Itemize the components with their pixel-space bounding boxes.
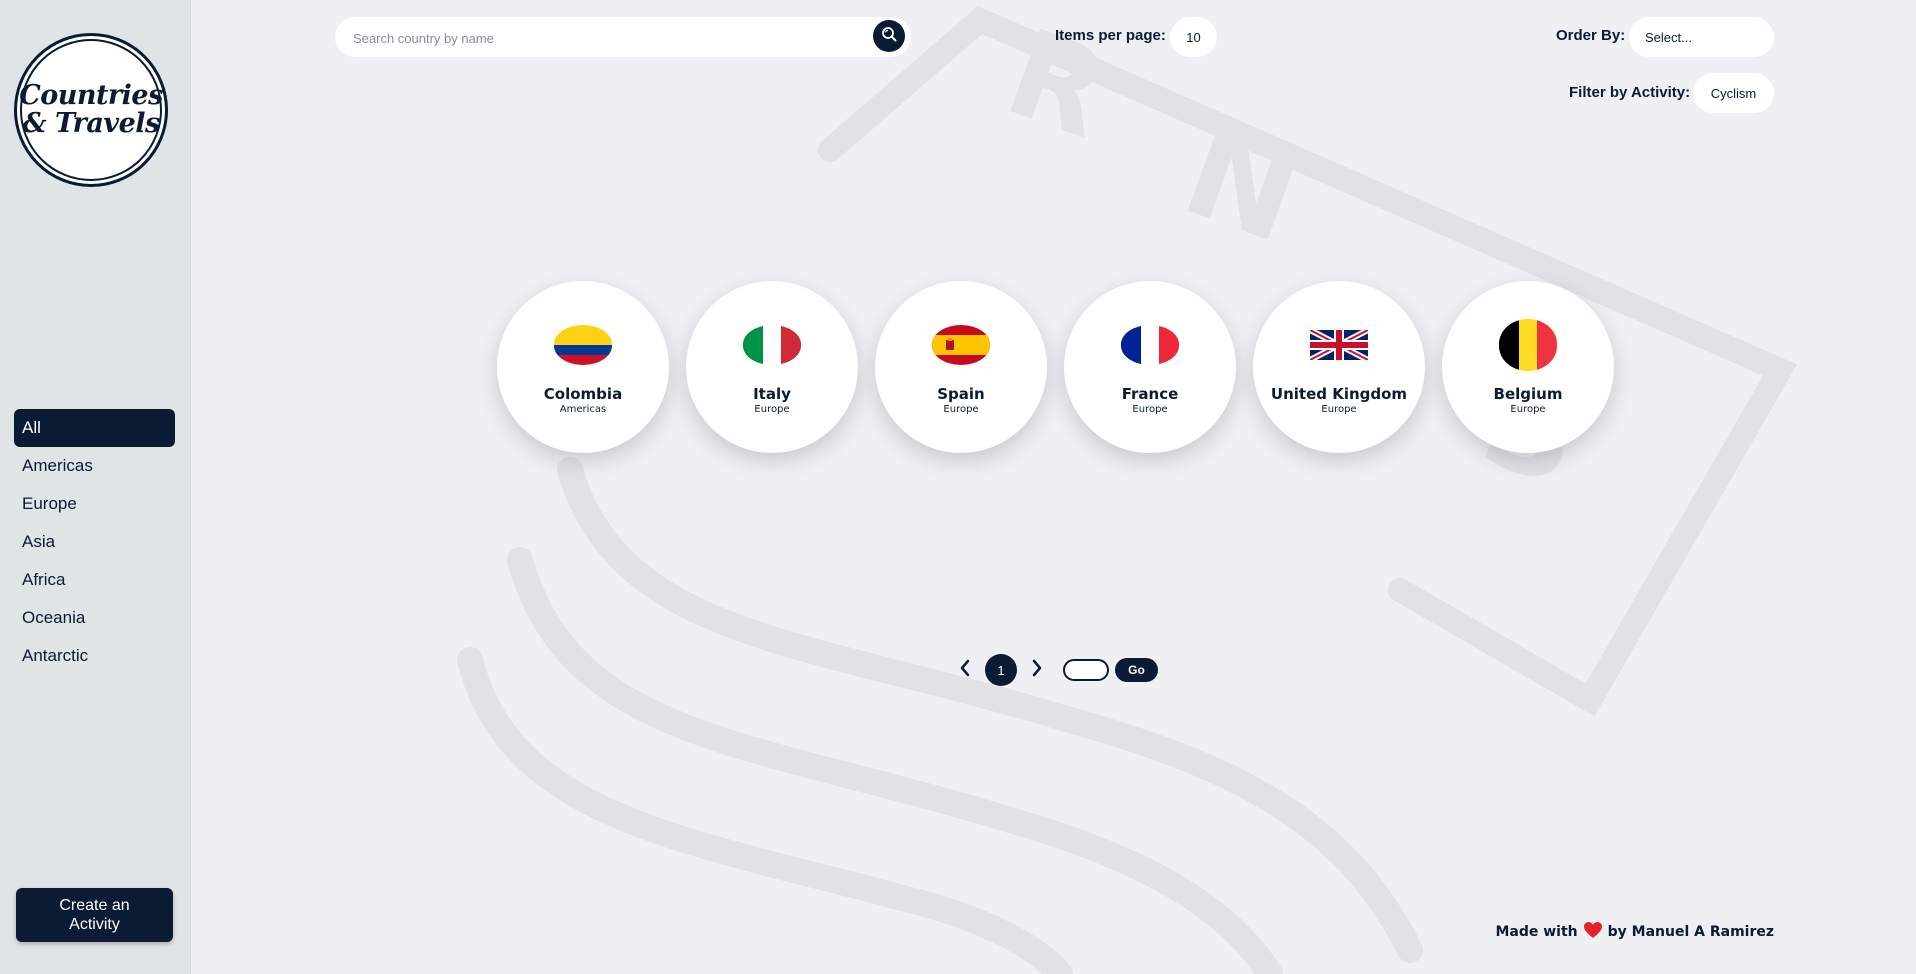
country-name: Belgium: [1493, 385, 1563, 403]
create-activity-button[interactable]: Create an Activity: [16, 888, 173, 942]
sidebar-item-africa[interactable]: Africa: [14, 561, 175, 599]
sidebar-item-europe[interactable]: Europe: [14, 485, 175, 523]
order-by-select[interactable]: Select...: [1629, 17, 1774, 57]
sidebar-item-antarctic[interactable]: Antarctic: [14, 637, 175, 675]
country-card-colombia[interactable]: Colombia Americas: [497, 281, 669, 453]
logo-text: Countries & Travels: [19, 80, 163, 139]
country-region: Americas: [559, 404, 607, 415]
flag-uk-icon: [1310, 330, 1368, 360]
pagination: 1 Go: [955, 654, 1158, 686]
country-region: Europe: [1132, 404, 1168, 415]
next-page-button[interactable]: [1027, 655, 1047, 685]
logo[interactable]: Countries & Travels: [14, 33, 168, 187]
flag-france-icon: [1121, 325, 1179, 365]
sidebar-item-oceania[interactable]: Oceania: [14, 599, 175, 637]
footer-credit: Made with by Manuel A Ramirez: [1495, 921, 1774, 943]
country-card-united-kingdom[interactable]: United Kingdom Europe: [1253, 281, 1425, 453]
search-input[interactable]: [351, 27, 855, 49]
page-number-input[interactable]: [1063, 659, 1109, 681]
footer-prefix: Made with: [1495, 924, 1578, 940]
flag-spain-icon: [932, 325, 990, 365]
heart-icon: [1583, 921, 1603, 943]
background-watermark: R N 3: [190, 0, 1916, 974]
country-region: Europe: [943, 404, 979, 415]
chevron-right-icon: [1031, 659, 1043, 681]
items-per-page-input[interactable]: 10: [1170, 17, 1217, 57]
filter-activity-label: Filter by Activity:: [1569, 84, 1691, 101]
region-nav: All Americas Europe Asia Africa Oceania …: [14, 409, 175, 675]
flag-belgium-icon: [1499, 319, 1557, 371]
search-button[interactable]: [873, 20, 905, 52]
search-icon: [881, 26, 897, 46]
country-region: Europe: [754, 404, 790, 415]
prev-page-button[interactable]: [955, 655, 975, 685]
sidebar: Countries & Travels All Americas Europe …: [0, 0, 191, 974]
flag-colombia-icon: [554, 325, 612, 365]
country-card-spain[interactable]: Spain Europe: [875, 281, 1047, 453]
country-name: Spain: [937, 385, 985, 403]
search-bar: [335, 17, 911, 57]
sidebar-item-asia[interactable]: Asia: [14, 523, 175, 561]
country-card-belgium[interactable]: Belgium Europe: [1442, 281, 1614, 453]
go-button[interactable]: Go: [1115, 658, 1158, 682]
sidebar-item-americas[interactable]: Americas: [14, 447, 175, 485]
country-name: Colombia: [543, 385, 623, 403]
svg-text:N: N: [1166, 93, 1320, 273]
items-per-page-label: Items per page:: [1055, 27, 1166, 44]
filter-activity-select[interactable]: Cyclism: [1693, 73, 1774, 113]
country-card-italy[interactable]: Italy Europe: [686, 281, 858, 453]
country-region: Europe: [1510, 404, 1546, 415]
country-region: Europe: [1321, 404, 1357, 415]
footer-suffix: by Manuel A Ramirez: [1607, 924, 1774, 940]
current-page[interactable]: 1: [985, 654, 1017, 686]
country-name: United Kingdom: [1270, 385, 1408, 403]
country-name: Italy: [753, 385, 791, 403]
country-card-france[interactable]: France Europe: [1064, 281, 1236, 453]
flag-italy-icon: [743, 325, 801, 365]
chevron-left-icon: [959, 659, 971, 681]
country-grid: Colombia Americas Italy Europe Spain Eur…: [497, 281, 1614, 453]
sidebar-item-all[interactable]: All: [14, 409, 175, 447]
country-name: France: [1121, 385, 1179, 403]
order-by-label: Order By:: [1556, 27, 1626, 44]
